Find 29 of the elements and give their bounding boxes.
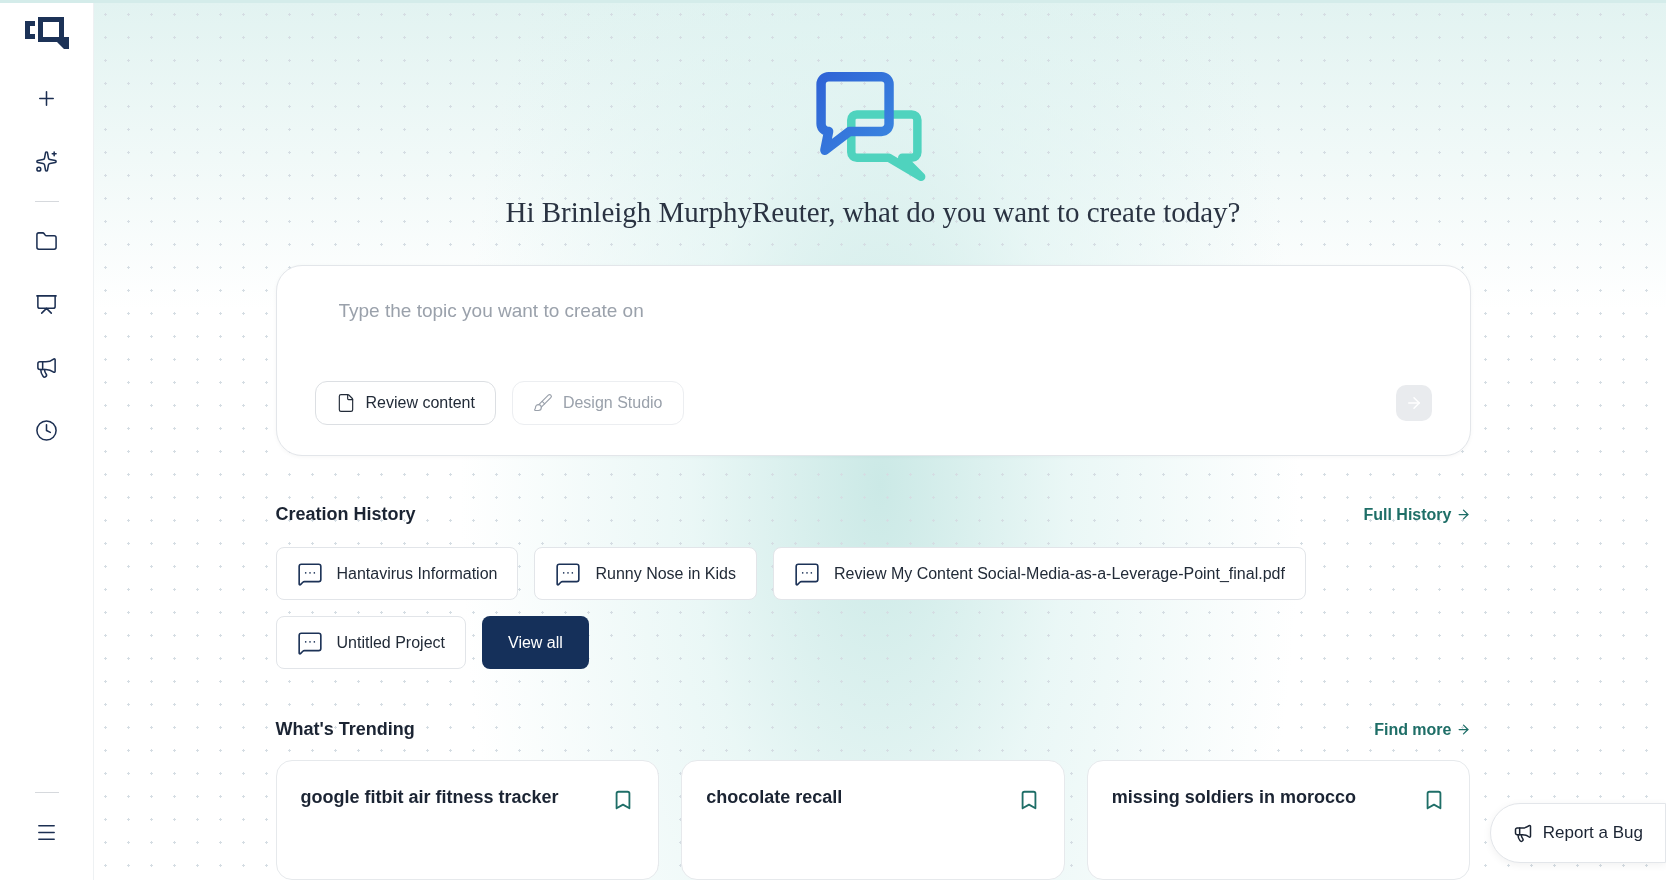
chat-bubble-icon [296, 629, 323, 656]
history-item[interactable]: Runny Nose in Kids [534, 547, 757, 600]
megaphone-icon [1512, 823, 1533, 843]
megaphone-icon [35, 356, 58, 379]
greeting-heading: Hi Brinleigh MurphyReuter, what do you want to create today? [505, 196, 1241, 230]
folder-icon [35, 230, 58, 253]
section-heading: What's Trending [275, 719, 415, 740]
section-heading: Creation History [275, 504, 416, 525]
arrow-right-icon [1455, 722, 1471, 737]
chat-bubble-icon [555, 560, 582, 587]
trending-title: google fitbit air fitness tracker [300, 787, 559, 808]
sparkles-icon [35, 150, 58, 173]
chat-bubble-icon [794, 560, 820, 587]
full-history-link[interactable]: Full History [1363, 505, 1471, 524]
report-bug-button[interactable]: Report a Bug [1489, 803, 1666, 863]
history-item[interactable]: Untitled Project [275, 616, 466, 669]
review-content-button[interactable]: Review content [314, 381, 496, 425]
history-item[interactable]: Hantavirus Information [275, 547, 519, 600]
find-more-link[interactable]: Find more [1374, 720, 1471, 739]
view-all-button[interactable]: View all [482, 616, 589, 669]
topic-input-field[interactable]: Type the topic you want to create on [314, 300, 1432, 323]
trending-title: missing soldiers in morocco [1111, 787, 1356, 808]
trending-title: chocolate recall [706, 787, 843, 808]
history-item[interactable]: Review My Content Social-Media-as-a-Leverage-Point_final.pdf [773, 547, 1306, 600]
chat-bubble-icon [296, 560, 323, 587]
arrow-right-icon [1455, 507, 1471, 522]
brush-icon [532, 393, 553, 413]
presentation-icon [35, 293, 58, 316]
clock-icon [35, 419, 58, 442]
